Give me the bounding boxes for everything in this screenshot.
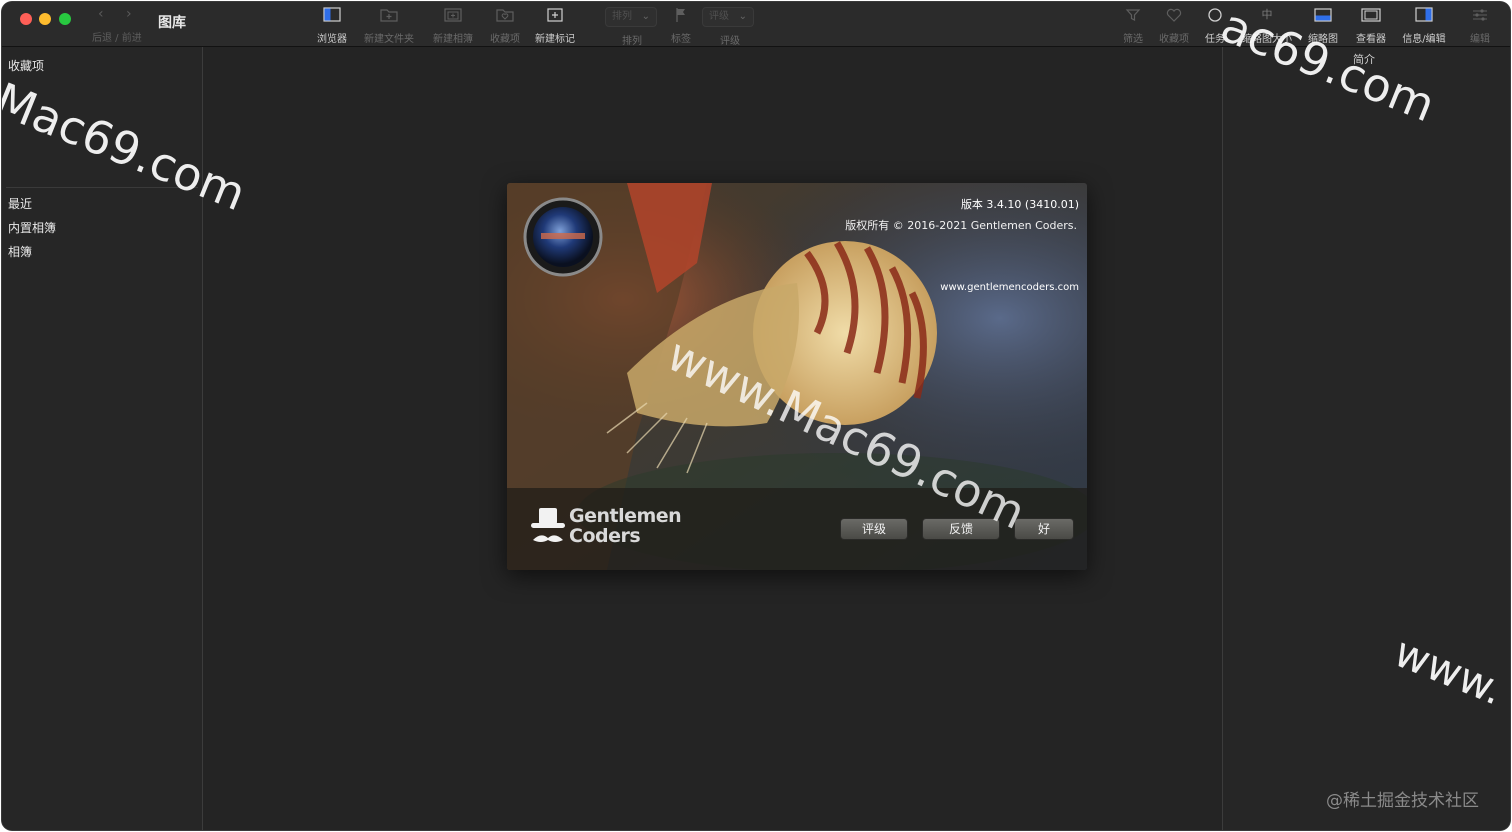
toolbar-adjust-button[interactable]: 编辑 bbox=[1464, 6, 1496, 45]
toolbar-thumbnail-label: 缩略图 bbox=[1308, 34, 1338, 45]
toolbar-new-album-button[interactable]: 新建相簿 bbox=[427, 6, 479, 45]
task-icon bbox=[1200, 6, 1230, 26]
feedback-button[interactable]: 反馈 bbox=[922, 518, 1000, 540]
toolbar: ‹ › 后退 / 前进 图库 浏览器 新建文件夹 新建相簿 收藏项 新建标记 排… bbox=[2, 2, 1510, 47]
toolbar-heart-label: 收藏项 bbox=[1159, 34, 1189, 45]
rating-dropdown-value: 评级 bbox=[709, 11, 729, 22]
new-folder-icon bbox=[359, 6, 419, 26]
filter-icon bbox=[1118, 6, 1148, 26]
toolbar-new-album-label: 新建相簿 bbox=[433, 34, 473, 45]
toolbar-new-tag-label: 新建标记 bbox=[535, 34, 575, 45]
adjust-icon bbox=[1464, 6, 1496, 26]
chevron-down-icon: ⌄ bbox=[738, 11, 747, 22]
heart-icon bbox=[1154, 6, 1194, 26]
toolbar-rating-label-wrap: 评级 bbox=[710, 32, 750, 47]
sidebar-item-recent[interactable]: 最近 bbox=[8, 195, 32, 212]
toolbar-filter-button[interactable]: 筛选 bbox=[1118, 6, 1148, 45]
zoom-button[interactable] bbox=[59, 13, 71, 25]
toolbar-browser-label: 浏览器 bbox=[317, 34, 347, 45]
sidebar-item-builtin-albums[interactable]: 内置相簿 bbox=[8, 219, 56, 236]
nav-label: 后退 / 前进 bbox=[92, 33, 142, 44]
toolbar-new-tag-button[interactable]: 新建标记 bbox=[530, 6, 580, 45]
copyright-text: 版权所有 © 2016-2021 Gentlemen Coders. bbox=[845, 219, 1077, 232]
info-panel: 简介 bbox=[1222, 47, 1510, 830]
thumbnail-size-icon: 中 bbox=[1238, 6, 1296, 26]
back-arrow-icon[interactable]: ‹ bbox=[98, 6, 126, 22]
toolbar-new-folder-label: 新建文件夹 bbox=[364, 34, 414, 45]
rating-dropdown[interactable]: 评级 ⌄ bbox=[702, 7, 754, 27]
toolbar-browser-button[interactable]: 浏览器 bbox=[312, 6, 352, 45]
new-album-icon bbox=[427, 6, 479, 26]
logo-gentlemen: Gentlemen bbox=[569, 505, 682, 527]
sidebar: 收藏项 最近 内置相簿 相簿 bbox=[2, 47, 203, 830]
toolbar-heart-button[interactable]: 收藏项 bbox=[1154, 6, 1194, 45]
logo-coders: Coders bbox=[569, 525, 641, 547]
toolbar-sort-label-wrap: 排列 bbox=[612, 32, 652, 47]
version-text: 版本 3.4.10 (3410.01) bbox=[960, 198, 1079, 211]
new-tag-icon bbox=[530, 6, 580, 26]
close-button[interactable] bbox=[20, 13, 32, 25]
gentleman-hat-icon bbox=[531, 508, 565, 542]
toolbar-filter-label: 筛选 bbox=[1123, 34, 1143, 45]
sidebar-divider bbox=[6, 187, 198, 188]
forward-arrow-icon[interactable]: › bbox=[126, 6, 154, 22]
toolbar-info-edit-label: 信息/编辑 bbox=[1402, 34, 1446, 45]
thumbnail-icon bbox=[1302, 6, 1344, 26]
toolbar-info-edit-button[interactable]: 信息/编辑 bbox=[1398, 6, 1450, 45]
toolbar-task-button[interactable]: 任务 bbox=[1200, 6, 1230, 45]
toolbar-adjust-label: 编辑 bbox=[1470, 34, 1490, 45]
toolbar-flag-label: 标签 bbox=[671, 34, 691, 45]
about-dialog: 版本 3.4.10 (3410.01) 版权所有 © 2016-2021 Gen… bbox=[507, 183, 1087, 570]
toolbar-thumbnail-size-button[interactable]: 中 缩略图大小 bbox=[1238, 6, 1296, 45]
thumbnail-size-partial-label: 中 bbox=[1261, 8, 1273, 21]
toolbar-rating-label: 评级 bbox=[720, 36, 740, 47]
nav-arrows: ‹ › bbox=[98, 6, 154, 22]
toolbar-favorites-label: 收藏项 bbox=[490, 34, 520, 45]
chevron-down-icon: ⌄ bbox=[641, 11, 650, 22]
toolbar-task-label: 任务 bbox=[1205, 34, 1225, 45]
sidebar-item-albums[interactable]: 相簿 bbox=[8, 243, 32, 260]
rate-button[interactable]: 评级 bbox=[840, 518, 908, 540]
browser-icon bbox=[312, 6, 352, 26]
toolbar-new-folder-button[interactable]: 新建文件夹 bbox=[359, 6, 419, 45]
footer-credit: @稀土掘金技术社区 bbox=[1326, 791, 1479, 811]
window-title: 图库 bbox=[158, 15, 186, 31]
toolbar-thumbnail-button[interactable]: 缩略图 bbox=[1302, 6, 1344, 45]
toolbar-sort-label: 排列 bbox=[622, 36, 642, 47]
favorites-icon bbox=[485, 6, 525, 26]
app-window: ‹ › 后退 / 前进 图库 浏览器 新建文件夹 新建相簿 收藏项 新建标记 排… bbox=[2, 2, 1510, 830]
ok-button[interactable]: 好 bbox=[1014, 518, 1074, 540]
info-panel-overflow-label: 简介 bbox=[1353, 53, 1375, 66]
toolbar-viewer-label: 查看器 bbox=[1356, 34, 1386, 45]
minimize-button[interactable] bbox=[39, 13, 51, 25]
website-link[interactable]: www.gentlemencoders.com bbox=[940, 282, 1079, 293]
sort-dropdown[interactable]: 排列 ⌄ bbox=[605, 7, 657, 27]
info-edit-icon bbox=[1398, 6, 1450, 26]
toolbar-favorites-button[interactable]: 收藏项 bbox=[485, 6, 525, 45]
viewer-icon bbox=[1351, 6, 1391, 26]
toolbar-thumbnail-size-label: 缩略图大小 bbox=[1242, 34, 1292, 45]
sort-dropdown-value: 排列 bbox=[612, 11, 632, 22]
toolbar-viewer-button[interactable]: 查看器 bbox=[1351, 6, 1391, 45]
sidebar-favorites-header[interactable]: 收藏项 bbox=[8, 57, 44, 74]
flag-icon bbox=[664, 6, 698, 26]
toolbar-flag-button[interactable]: 标签 bbox=[664, 6, 698, 45]
